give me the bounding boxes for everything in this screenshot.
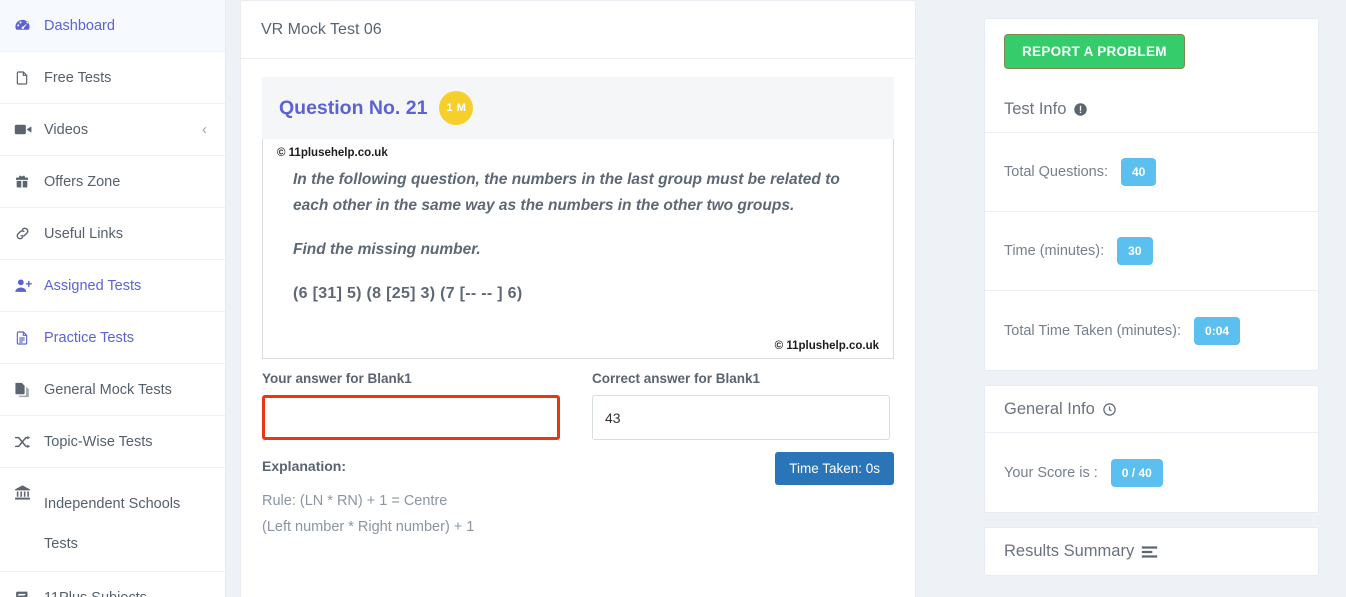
copyright-bottom: © 11plushelp.co.uk xyxy=(774,340,879,352)
sidebar-item-independent-schools-tests[interactable]: Independent Schools Tests xyxy=(0,468,225,572)
document-lines-icon xyxy=(14,329,44,347)
sidebar-item-topic-wise-tests[interactable]: Topic-Wise Tests xyxy=(0,416,225,468)
your-answer-label: Your answer for Blank1 xyxy=(262,371,412,386)
sidebar: Dashboard Free Tests Videos ‹ Offers Zon… xyxy=(0,0,226,597)
question-header: Question No. 21 1 M xyxy=(262,77,894,139)
question-paragraph-1: In the following question, the numbers i… xyxy=(293,171,840,214)
question-number: Question No. 21 xyxy=(279,96,428,119)
clock-icon xyxy=(1102,402,1117,417)
time-minutes-value: 30 xyxy=(1117,237,1153,265)
question-area: Question No. 21 1 M © 11plusehelp.co.uk … xyxy=(241,59,915,540)
your-score-label: Your Score is : xyxy=(1004,464,1098,481)
your-score-value: 0 / 40 xyxy=(1110,458,1163,487)
sidebar-item-useful-links[interactable]: Useful Links xyxy=(0,208,225,260)
correct-answer-group: Correct answer for Blank1 xyxy=(592,371,890,440)
total-questions-label: Total Questions: xyxy=(1004,164,1108,180)
results-summary-title: Results Summary xyxy=(1004,542,1135,560)
copyright-top: © 11plusehelp.co.uk xyxy=(277,147,388,159)
sidebar-item-assigned-tests[interactable]: Assigned Tests xyxy=(0,260,225,312)
time-taken-button[interactable]: Time Taken: 0s xyxy=(775,452,894,485)
answers-row: Your answer for Blank1 Correct answer fo… xyxy=(262,371,894,440)
test-info-header: Test Info xyxy=(985,86,1318,133)
copy-files-icon xyxy=(14,381,44,399)
explanation-title: Explanation: xyxy=(262,458,347,474)
info-row: Time (minutes): 30 xyxy=(985,212,1318,291)
list-bars-icon xyxy=(1141,545,1158,559)
sidebar-item-practice-tests[interactable]: Practice Tests xyxy=(0,312,225,364)
dashboard-icon xyxy=(14,17,44,34)
sidebar-item-label: Free Tests xyxy=(44,69,112,86)
video-camera-icon xyxy=(14,122,44,137)
total-time-taken-label: Total Time Taken (minutes): xyxy=(1004,322,1182,339)
total-time-taken-value: 0:04 xyxy=(1194,316,1241,345)
info-row: Your Score is : 0 / 40 xyxy=(985,433,1318,512)
shuffle-icon xyxy=(14,434,44,450)
explanation-line-1: Rule: (LN * RN) + 1 = Centre xyxy=(262,493,448,509)
sidebar-item-label: General Mock Tests xyxy=(44,381,172,398)
chevron-left-icon[interactable]: ‹ xyxy=(202,122,207,137)
info-circle-icon xyxy=(1073,102,1088,117)
time-minutes-label: Time (minutes): xyxy=(1004,243,1105,259)
bank-icon xyxy=(14,484,44,501)
sidebar-item-label: Topic-Wise Tests xyxy=(44,433,153,450)
explanation-body: Rule: (LN * RN) + 1 = Centre (Left numbe… xyxy=(262,488,775,540)
report-a-problem-button[interactable]: REPORT A PROBLEM xyxy=(1004,34,1185,69)
question-paragraph-2: Find the missing number. xyxy=(293,241,481,258)
sidebar-item-videos[interactable]: Videos ‹ xyxy=(0,104,225,156)
sidebar-item-label: Offers Zone xyxy=(44,173,121,190)
sidebar-item-label: Practice Tests xyxy=(44,329,134,346)
question-sequence: (6 [31] 5) (8 [25] 3) (7 [-- -- ] 6) xyxy=(293,285,523,302)
sidebar-item-label: Assigned Tests xyxy=(44,277,142,294)
page-title: VR Mock Test 06 xyxy=(241,1,915,59)
book-icon xyxy=(14,590,44,597)
test-card: VR Mock Test 06 Question No. 21 1 M © 11… xyxy=(240,0,916,597)
page-root: Dashboard Free Tests Videos ‹ Offers Zon… xyxy=(0,0,1346,597)
total-questions-value: 40 xyxy=(1120,158,1157,186)
explanation-row: Explanation: Rule: (LN * RN) + 1 = Centr… xyxy=(262,452,894,540)
question-box: © 11plusehelp.co.uk In the following que… xyxy=(262,139,894,359)
sidebar-item-11plus-subjects[interactable]: 11Plus Subjects xyxy=(0,572,225,597)
right-panel: REPORT A PROBLEM Test Info Total Questio… xyxy=(975,0,1346,597)
your-answer-group: Your answer for Blank1 xyxy=(262,371,560,440)
gift-icon xyxy=(14,173,44,190)
sidebar-item-label: Useful Links xyxy=(44,225,123,242)
report-button-wrap: REPORT A PROBLEM xyxy=(985,19,1318,86)
sidebar-item-general-mock-tests[interactable]: General Mock Tests xyxy=(0,364,225,416)
sidebar-item-label: Independent Schools Tests xyxy=(44,496,181,552)
sidebar-item-free-tests[interactable]: Free Tests xyxy=(0,52,225,104)
sidebar-item-offers-zone[interactable]: Offers Zone xyxy=(0,156,225,208)
correct-answer-label: Correct answer for Blank1 xyxy=(592,371,761,386)
question-text: In the following question, the numbers i… xyxy=(277,167,879,281)
info-row: Total Questions: 40 xyxy=(985,133,1318,212)
test-info-title: Test Info xyxy=(1004,99,1067,118)
sidebar-item-label: Videos xyxy=(44,121,89,138)
general-info-title: General Info xyxy=(1004,399,1095,418)
file-icon xyxy=(14,69,44,87)
main-content: VR Mock Test 06 Question No. 21 1 M © 11… xyxy=(226,0,975,597)
sidebar-item-label: 11Plus Subjects xyxy=(44,590,207,597)
correct-answer-input xyxy=(592,395,890,440)
test-info-panel: REPORT A PROBLEM Test Info Total Questio… xyxy=(984,18,1319,371)
explanation-block: Explanation: Rule: (LN * RN) + 1 = Centr… xyxy=(262,458,775,540)
sidebar-item-label: Dashboard xyxy=(44,17,115,34)
sidebar-item-dashboard[interactable]: Dashboard xyxy=(0,0,225,52)
marks-badge: 1 M xyxy=(439,91,474,125)
user-plus-icon xyxy=(14,278,44,294)
results-summary-panel: Results Summary xyxy=(984,527,1319,576)
link-icon xyxy=(14,225,44,242)
explanation-line-2: (Left number * Right number) + 1 xyxy=(262,519,475,535)
general-info-header: General Info xyxy=(985,386,1318,433)
info-row: Total Time Taken (minutes): 0:04 xyxy=(985,291,1318,370)
general-info-panel: General Info Your Score is : 0 / 40 xyxy=(984,385,1319,513)
results-summary-header: Results Summary xyxy=(985,528,1318,575)
your-answer-input[interactable] xyxy=(262,395,560,440)
